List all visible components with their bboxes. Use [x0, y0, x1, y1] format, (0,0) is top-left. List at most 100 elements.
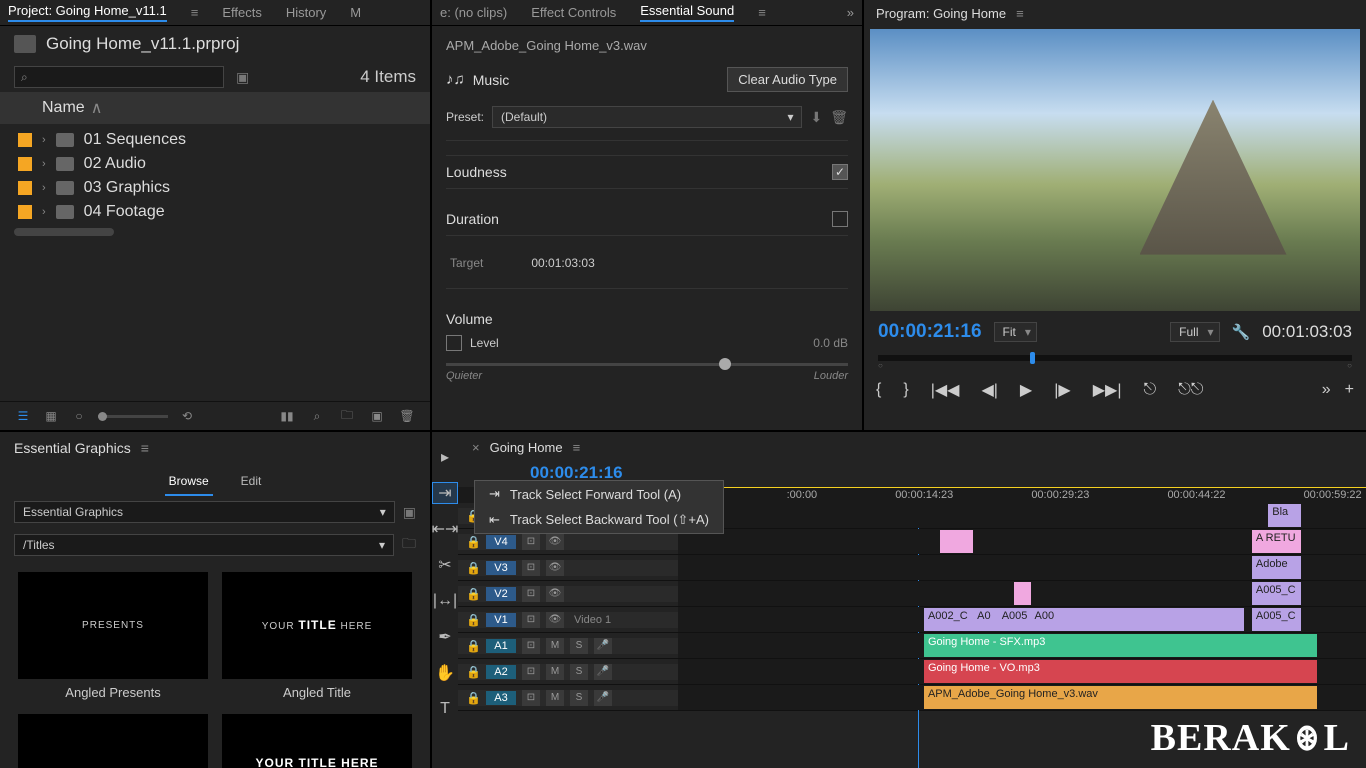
sync-lock-icon[interactable]: ⊡ [522, 560, 540, 576]
track-label[interactable]: V2 [486, 587, 516, 601]
type-tool-icon[interactable]: T [432, 698, 458, 720]
solo-toggle[interactable]: S [570, 638, 588, 654]
panel-menu-icon[interactable]: ≡ [141, 440, 149, 456]
mute-toggle[interactable]: M [546, 638, 564, 654]
tab-more[interactable]: M [350, 5, 361, 20]
program-viewer[interactable] [870, 29, 1360, 311]
tab-edit[interactable]: Edit [237, 470, 266, 496]
panel-menu-icon[interactable]: ≡ [758, 5, 766, 20]
selection-tool-icon[interactable]: ▸ [432, 446, 458, 468]
track-label[interactable]: A2 [486, 665, 516, 679]
track-body[interactable]: A RETU [678, 529, 1366, 554]
ripple-edit-tool-icon[interactable]: ⇤⇥ [432, 518, 458, 540]
track-label[interactable]: V4 [486, 535, 516, 549]
lock-icon[interactable]: 🔒 [466, 561, 480, 575]
duration-checkbox[interactable] [832, 211, 848, 227]
track-label[interactable]: V1 [486, 613, 516, 627]
scrollbar-thumb[interactable] [14, 228, 114, 236]
sync-lock-icon[interactable]: ⊡ [522, 534, 540, 550]
tab-source[interactable]: e: (no clips) [440, 5, 507, 20]
sync-lock-icon[interactable]: ⊡ [522, 664, 540, 680]
sort-icon[interactable]: ⟲ [178, 408, 196, 424]
level-checkbox[interactable] [446, 335, 462, 351]
disclosure-arrow-icon[interactable]: › [42, 158, 46, 170]
clip[interactable]: Adobe [1252, 556, 1301, 579]
graphics-category-dropdown[interactable]: Essential Graphics▾ [14, 501, 395, 523]
voice-over-icon[interactable]: 🎤 [594, 638, 612, 654]
clip[interactable]: A00 [1031, 608, 1146, 631]
more-tabs-icon[interactable]: » [847, 5, 854, 20]
visibility-toggle-icon[interactable]: 👁 [546, 560, 564, 576]
bin-row[interactable]: › 01 Sequences [0, 128, 430, 152]
visibility-toggle-icon[interactable]: 👁 [546, 586, 564, 602]
save-preset-icon[interactable]: ⬇ [810, 109, 822, 126]
mark-out-icon[interactable]: } [903, 381, 908, 399]
freeform-view-icon[interactable]: ○ [70, 408, 88, 424]
disclosure-arrow-icon[interactable]: › [42, 182, 46, 194]
clip[interactable]: Going Home - VO.mp3 [924, 660, 1318, 683]
more-transport-icon[interactable]: » [1322, 381, 1331, 399]
extract-icon[interactable]: ⎋⎋ [1178, 381, 1203, 399]
bin-row[interactable]: › 03 Graphics [0, 176, 430, 200]
automate-icon[interactable]: ▮▮ [278, 408, 296, 424]
loudness-section[interactable]: Loudness [446, 164, 507, 180]
clip[interactable] [1145, 608, 1243, 631]
audio-type-music[interactable]: ♪♫ Music [446, 71, 509, 88]
mark-in-icon[interactable]: { [876, 381, 881, 399]
slip-tool-icon[interactable]: |↔| [432, 590, 458, 612]
clip[interactable]: Bla [1268, 504, 1301, 527]
navigator-bar[interactable] [878, 355, 1352, 361]
new-bin-icon[interactable]: ▣ [236, 69, 249, 86]
settings-icon[interactable]: 🔧 [1232, 323, 1251, 341]
tab-project[interactable]: Project: Going Home_v11.1 [8, 3, 167, 22]
track-body[interactable]: A005_C [678, 581, 1366, 606]
resolution-dropdown[interactable]: Full [1170, 322, 1219, 342]
clip[interactable] [940, 530, 973, 553]
clip[interactable]: A005 [998, 608, 1031, 631]
thumbnail-zoom-slider[interactable] [98, 415, 168, 418]
bin-row[interactable]: › 04 Footage [0, 200, 430, 224]
voice-over-icon[interactable]: 🎤 [594, 664, 612, 680]
template-card[interactable]: PRESENTS Angled Presents [18, 572, 208, 700]
zoom-fit-dropdown[interactable]: Fit [994, 322, 1037, 342]
volume-slider[interactable] [446, 363, 848, 366]
clip[interactable]: APM_Adobe_Going Home_v3.wav [924, 686, 1318, 709]
template-card[interactable]: YOUR TITLE HERE Angled Title [222, 572, 412, 700]
clip[interactable]: A002_C [924, 608, 973, 631]
add-folder-icon[interactable]: ▣ [403, 504, 416, 521]
new-folder-icon[interactable]: 🗀 [338, 408, 356, 424]
clip[interactable]: A RETU [1252, 530, 1301, 553]
lock-icon[interactable]: 🔒 [466, 535, 480, 549]
loudness-checkbox[interactable] [832, 164, 848, 180]
bin-row[interactable]: › 02 Audio [0, 152, 430, 176]
track-body[interactable]: APM_Adobe_Going Home_v3.wav [678, 685, 1366, 710]
disclosure-arrow-icon[interactable]: › [42, 206, 46, 218]
new-item-icon[interactable]: ▣ [368, 408, 386, 424]
lock-icon[interactable]: 🔒 [466, 587, 480, 601]
track-label[interactable]: A3 [486, 691, 516, 705]
go-to-out-icon[interactable]: ▶▶| [1093, 380, 1122, 400]
lock-icon[interactable]: 🔒 [466, 613, 480, 627]
tab-history[interactable]: History [286, 5, 326, 20]
duration-section[interactable]: Duration [446, 211, 499, 227]
disclosure-arrow-icon[interactable]: › [42, 134, 46, 146]
icon-view-icon[interactable]: ▦ [42, 408, 60, 424]
sync-lock-icon[interactable]: ⊡ [522, 586, 540, 602]
panel-menu-icon[interactable]: ≡ [573, 440, 581, 455]
step-back-icon[interactable]: ◀| [981, 380, 997, 400]
delete-icon[interactable]: 🗑 [398, 408, 416, 424]
hand-tool-icon[interactable]: ✋ [432, 662, 458, 684]
project-search-input[interactable]: ⌕ [14, 66, 224, 88]
step-forward-icon[interactable]: |▶ [1054, 380, 1070, 400]
track-body[interactable]: Adobe [678, 555, 1366, 580]
track-label[interactable]: A1 [486, 639, 516, 653]
lift-icon[interactable]: ⎋ [1143, 381, 1156, 399]
column-header-name[interactable]: Name∧ [0, 92, 430, 124]
play-icon[interactable]: ▶ [1020, 380, 1032, 400]
tab-browse[interactable]: Browse [165, 470, 213, 496]
template-card[interactable]: YOUR TITLE HERE DIRECTOR NAME [222, 714, 412, 768]
sync-lock-icon[interactable]: ⊡ [522, 690, 540, 706]
track-select-forward-tool[interactable]: ⇥ Track Select Forward Tool (A) [475, 481, 723, 507]
browse-folder-icon[interactable]: 🗀 [402, 533, 416, 557]
preset-dropdown[interactable]: (Default)▾ [492, 106, 802, 128]
